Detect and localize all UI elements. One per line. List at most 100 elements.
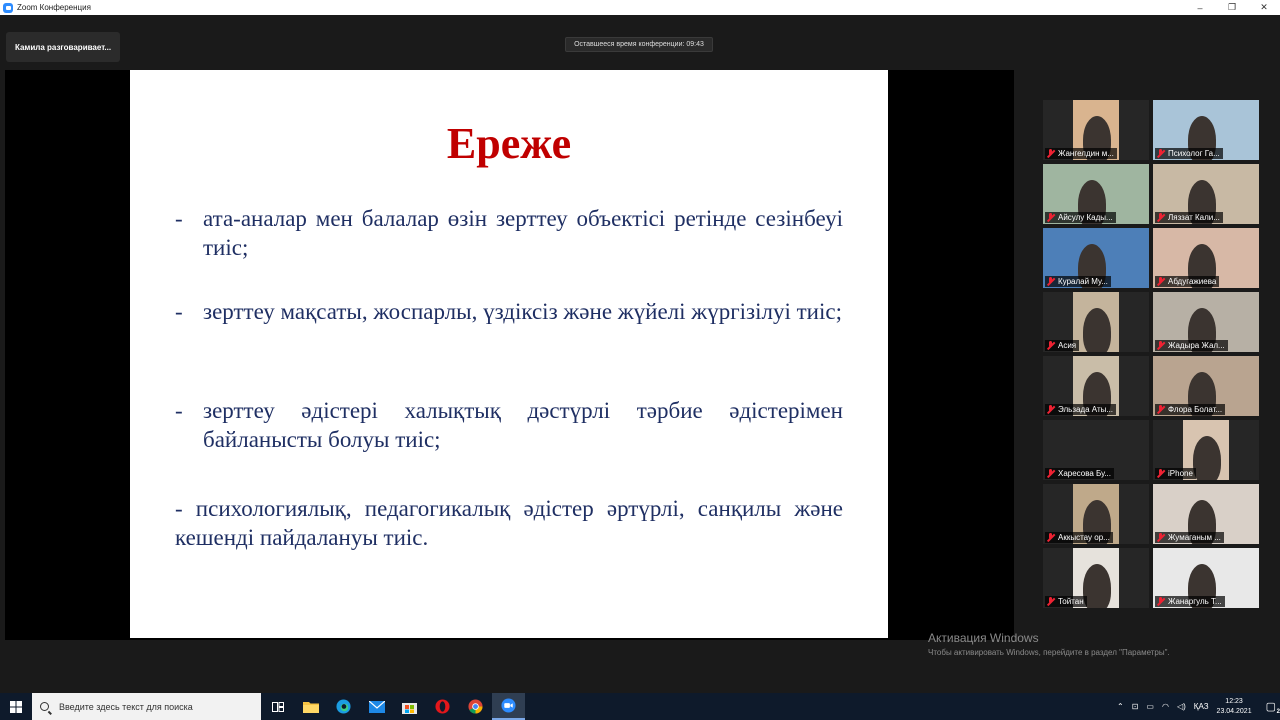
participant-name: Эльзада Аты... [1045,404,1117,415]
maximize-button[interactable]: ❐ [1216,0,1248,15]
search-placeholder: Введите здесь текст для поиска [59,701,193,712]
bullet-text: ата-аналар мен балалар өзін зерттеу объе… [203,206,843,260]
participant-name-label: Эльзада Аты... [1058,405,1114,414]
muted-mic-icon [1046,469,1055,478]
window-title: Zoom Конференция [17,3,91,12]
presentation-slide: Ереже - ата-аналар мен балалар өзін зерт… [130,70,888,638]
wifi-icon[interactable]: ◠ [1162,702,1169,711]
participant-name-label: Жангелдин м... [1058,149,1114,158]
edge-icon[interactable] [327,693,360,720]
participant-tile[interactable]: Тойтан [1043,548,1149,608]
store-icon[interactable] [393,693,426,720]
chevron-up-icon[interactable]: ⌃ [1117,702,1124,711]
muted-mic-icon [1156,469,1165,478]
participant-tile[interactable]: Ляззат Кали... [1153,164,1259,224]
participant-name-label: Харесова Бу... [1058,469,1111,478]
muted-mic-icon [1046,597,1055,606]
participant-name: Психолог Га... [1155,148,1223,159]
opera-icon[interactable] [426,693,459,720]
taskbar-search-box[interactable]: Введите здесь текст для поиска [32,693,261,720]
participant-tile[interactable]: Психолог Га... [1153,100,1259,160]
participant-name: Ляззат Кали... [1155,212,1223,223]
start-button[interactable] [0,693,32,720]
muted-mic-icon [1156,149,1165,158]
participant-tile[interactable]: Флора Болат... [1153,356,1259,416]
participant-tile[interactable]: Жангелдин м... [1043,100,1149,160]
language-indicator[interactable]: ҚАЗ [1194,702,1209,711]
participant-name-label: Тойтан [1058,597,1084,606]
participant-tile[interactable]: iPhone [1153,420,1259,480]
minimize-button[interactable]: – [1184,0,1216,15]
muted-mic-icon [1046,149,1055,158]
participant-tile[interactable]: Асия [1043,292,1149,352]
participant-tile[interactable]: Жанаргуль Т... [1153,548,1259,608]
zoom-icon[interactable] [492,693,525,720]
muted-mic-icon [1046,341,1055,350]
window-controls: – ❐ ✕ [1184,0,1280,15]
participant-tile[interactable]: Эльзада Аты... [1043,356,1149,416]
participant-silhouette [1193,436,1221,480]
notification-count: 2 [1276,709,1280,715]
muted-mic-icon [1156,533,1165,542]
active-speaker-label: Камила разговаривает... [6,32,120,62]
participant-name-label: Жадыра Жал... [1168,341,1225,350]
network-icon[interactable]: ⊡ [1132,702,1139,711]
file-explorer-icon[interactable] [294,693,327,720]
participant-name-label: Флора Болат... [1168,405,1223,414]
participant-name-label: Жанаргуль Т... [1168,597,1222,606]
task-view-icon[interactable] [261,693,294,720]
muted-mic-icon [1046,405,1055,414]
windows-activation-watermark: Активация Windows Чтобы активировать Win… [928,631,1170,657]
participant-tile[interactable]: Харесова Бу... [1043,420,1149,480]
participant-silhouette [1083,564,1111,608]
close-button[interactable]: ✕ [1248,0,1280,15]
slide-bullet: - зерттеу мақсаты, жоспарлы, үздіксіз жә… [175,297,843,326]
meeting-timer: Оставшееся время конференции: 09:43 [565,37,713,52]
participant-name-label: Жумаганым ... [1168,533,1221,542]
participant-tile[interactable]: Абдугажиева [1153,228,1259,288]
muted-mic-icon [1156,277,1165,286]
participant-name-label: iPhone [1168,469,1193,478]
battery-icon[interactable]: ▭ [1146,702,1154,711]
participant-name: Асия [1045,340,1080,351]
participant-name: Айсулу Кады... [1045,212,1116,223]
muted-mic-icon [1156,341,1165,350]
system-tray: ⌃ ⊡ ▭ ◠ ◁) ҚАЗ 12:23 23.04.2021 ▢ 2 [1113,693,1280,720]
volume-icon[interactable]: ◁) [1177,702,1186,711]
bullet-dash: - [175,398,183,423]
taskbar-clock[interactable]: 12:23 23.04.2021 [1217,697,1252,717]
notification-center-icon[interactable]: ▢ 2 [1266,700,1280,715]
muted-mic-icon [1046,277,1055,286]
activation-text: Чтобы активировать Windows, перейдите в … [928,648,1170,657]
participant-name: Куралай Му... [1045,276,1111,287]
participant-name: Аккыстау ор... [1045,532,1113,543]
slide-bullet-text: - психологиялық, педагогикалық әдістер ә… [175,496,843,550]
bullet-dash: - [175,206,183,231]
participant-name: Флора Болат... [1155,404,1226,415]
muted-mic-icon [1156,213,1165,222]
search-icon [40,702,49,711]
bullet-text: зерттеу мақсаты, жоспарлы, үздіксіз және… [203,299,842,324]
participant-tile[interactable]: Аккыстау ор... [1043,484,1149,544]
participant-name: Жумаганым ... [1155,532,1224,543]
participant-name: Тойтан [1045,596,1087,607]
mail-icon[interactable] [360,693,393,720]
chrome-icon[interactable] [459,693,492,720]
participant-tile[interactable]: Айсулу Кады... [1043,164,1149,224]
muted-mic-icon [1156,405,1165,414]
participant-tile[interactable]: Жумаганым ... [1153,484,1259,544]
participant-tile[interactable]: Жадыра Жал... [1153,292,1259,352]
clock-date: 23.04.2021 [1216,707,1252,715]
participant-name: Жадыра Жал... [1155,340,1228,351]
muted-mic-icon [1046,213,1055,222]
muted-mic-icon [1156,597,1165,606]
muted-mic-icon [1046,533,1055,542]
zoom-logo-icon [3,2,13,13]
slide-title: Ереже [446,119,572,168]
windows-taskbar: Введите здесь текст для поиска ⌃ ⊡ ▭ ◠ ◁… [0,693,1280,720]
bullet-text: зерттеу әдістері халықтық дәстүрлі тәрби… [203,398,843,452]
participant-name-label: Абдугажиева [1168,277,1217,286]
activation-title: Активация Windows [928,631,1039,645]
participant-silhouette [1083,308,1111,352]
participant-tile[interactable]: Куралай Му... [1043,228,1149,288]
